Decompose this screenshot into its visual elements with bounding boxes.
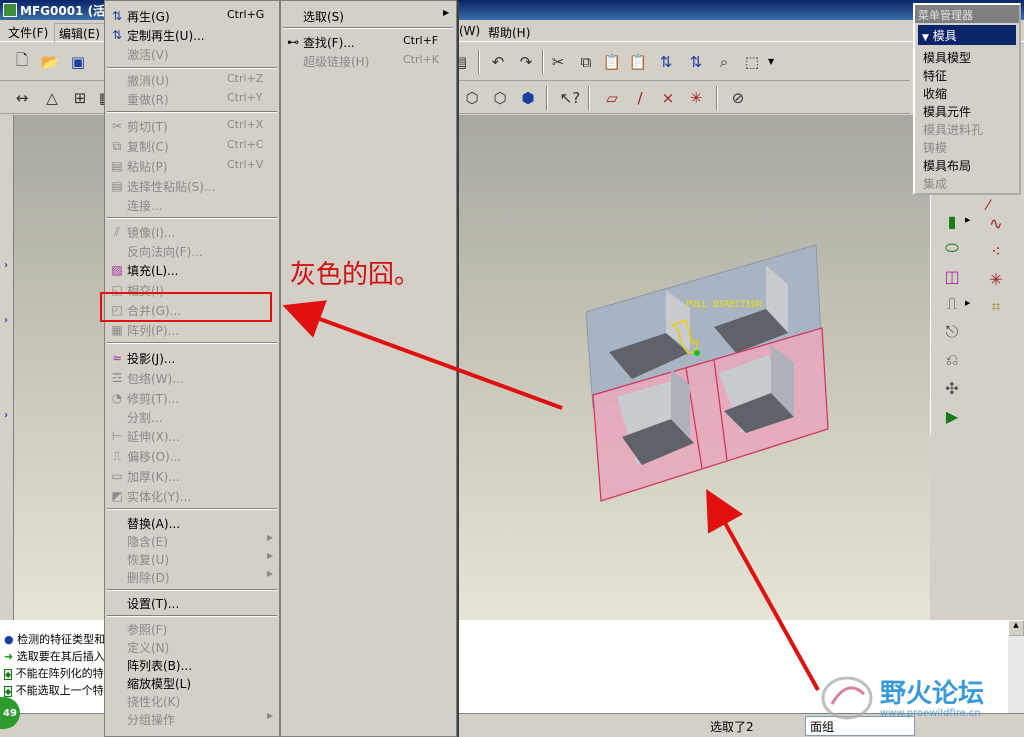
annotation-arrows <box>282 300 820 691</box>
annotation-arrow <box>706 489 820 691</box>
annotation-arrow <box>282 300 563 410</box>
